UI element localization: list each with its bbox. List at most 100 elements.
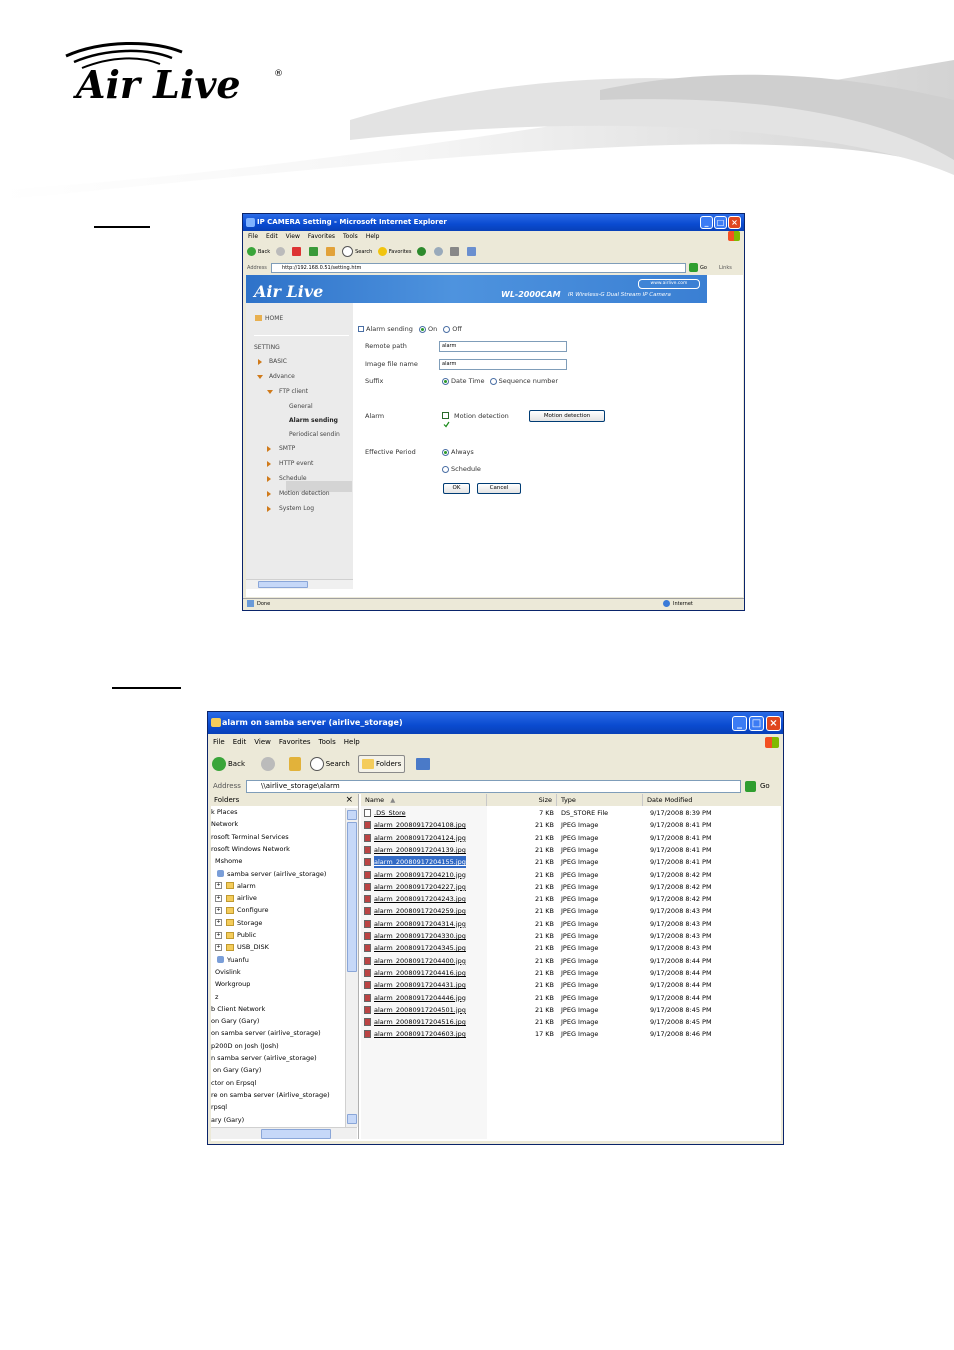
file-row[interactable]: alarm_20080917204345.jpg 21 KB JPEG Image 9… [361,942,781,954]
tree-item[interactable]: Ovislink [215,968,241,976]
go-icon[interactable] [745,781,756,792]
menu-edit[interactable]: Edit [233,738,247,746]
file-row[interactable]: alarm_20080917204446.jpg 21 KB JPEG Image 9… [361,992,781,1004]
column-name[interactable]: Name ▲ [361,794,487,806]
file-row[interactable]: alarm_20080917204259.jpg 21 KB JPEG Image 9… [361,905,781,917]
close-button[interactable]: × [766,716,781,731]
tree-item[interactable]: n samba server (airlive_storage) [211,1054,317,1062]
forward-icon[interactable] [275,247,285,256]
up-folder-icon[interactable] [289,757,302,771]
motion-detection-button[interactable]: Motion detection [529,410,605,422]
radio-off[interactable] [443,325,451,333]
file-row[interactable]: alarm_20080917204210.jpg 21 KB JPEG Image 9… [361,869,781,881]
tree-item[interactable]: rpsql [211,1103,227,1111]
radio-sequence[interactable] [489,377,497,385]
tree-item[interactable]: Mshome [215,857,242,865]
nav-http-event[interactable]: HTTP event [279,460,313,467]
radio-date-time[interactable] [442,377,449,385]
address-input[interactable]: http://192.168.0.51/setting.htm [271,263,686,273]
file-row[interactable]: alarm_20080917204314.jpg 21 KB JPEG Image 9… [361,918,781,930]
expand-icon[interactable]: + [215,894,222,902]
menu-favorites[interactable]: Favorites [308,233,335,240]
home-icon[interactable] [325,247,335,256]
nav-smtp[interactable]: SMTP [279,445,295,452]
column-size[interactable]: Size [487,794,557,806]
file-row[interactable]: alarm_20080917204516.jpg 21 KB JPEG Image 9… [361,1016,781,1028]
menu-favorites[interactable]: Favorites [279,738,311,746]
tree-item[interactable]: rosoft Windows Network [211,845,290,853]
search-button[interactable]: Search [326,760,350,768]
minimize-button[interactable]: _ [732,716,747,731]
tree-scroll-thumb[interactable] [347,822,357,972]
folders-close-button[interactable]: × [345,794,353,806]
nav-alarm-sending[interactable]: Alarm sending [289,417,338,424]
file-row[interactable]: alarm_20080917204108.jpg 21 KB JPEG Image 9… [361,819,781,831]
tree-item[interactable]: Yuanfu [217,956,249,964]
tree-item[interactable]: z [215,993,218,1001]
address-input[interactable]: \\airlive_storage\alarm [246,780,741,793]
nav-periodical[interactable]: Periodical sendin [289,431,340,438]
refresh-icon[interactable] [308,247,318,256]
tree-item[interactable]: k Places [211,808,238,816]
nav-basic[interactable]: BASIC [269,358,287,365]
go-icon[interactable] [689,263,698,272]
tree-item[interactable]: p200D on Josh (Josh) [211,1042,279,1050]
mail-icon[interactable] [433,247,443,256]
nav-ftp-client[interactable]: FTP client [279,388,308,395]
print-icon[interactable] [450,247,460,256]
close-button[interactable]: × [728,216,741,229]
minimize-button[interactable]: _ [700,216,713,229]
camera-url-link[interactable]: www.airlive.com [638,279,700,289]
back-icon[interactable] [212,757,226,771]
menu-tools[interactable]: Tools [343,233,358,240]
search-icon[interactable] [342,246,354,257]
remote-path-input[interactable]: alarm [439,341,567,352]
radio-schedule[interactable] [442,465,449,473]
folders-button[interactable]: Folders [358,755,406,773]
radio-on[interactable] [418,325,426,333]
cancel-button[interactable]: Cancel [477,483,521,494]
tree-item[interactable]: b Client Network [211,1005,265,1013]
scroll-up-button[interactable] [347,810,357,820]
menu-help[interactable]: Help [366,233,380,240]
views-icon[interactable] [415,758,430,770]
radio-always[interactable] [442,448,449,456]
checkbox-icon[interactable] [358,326,364,332]
nav-schedule[interactable]: Schedule [279,475,307,482]
tree-item[interactable]: on samba server (airlive_storage) [211,1029,321,1037]
tree-vscrollbar[interactable] [345,808,358,1127]
back-icon[interactable] [247,247,256,256]
nav-scroll-thumb[interactable] [258,581,308,588]
tree-item[interactable]: + USB_DISK [215,943,269,951]
favorites-button[interactable]: Favorites [389,249,412,255]
menu-file[interactable]: File [248,233,258,240]
forward-icon[interactable] [261,757,276,771]
favorites-icon[interactable] [377,247,387,256]
file-row[interactable]: alarm_20080917204501.jpg 21 KB JPEG Image 9… [361,1004,781,1016]
file-row[interactable]: alarm_20080917204400.jpg 21 KB JPEG Image 9… [361,955,781,967]
nav-home[interactable]: HOME [265,315,283,322]
nav-hscrollbar[interactable] [246,579,353,589]
nav-advance[interactable]: Advance [269,373,295,380]
ie-titlebar[interactable]: IP CAMERA Setting - Microsoft Internet E… [243,214,744,231]
menu-file[interactable]: File [213,738,225,746]
tree-item[interactable]: Network [211,820,238,828]
menu-help[interactable]: Help [344,738,360,746]
go-button[interactable]: Go [760,779,770,794]
file-row[interactable]: .DS_Store 7 KB DS_STORE File 9/17/2008 8:39… [361,807,781,819]
explorer-titlebar[interactable]: alarm on samba server (airlive_storage) … [208,712,783,734]
file-row[interactable]: alarm_20080917204431.jpg 21 KB JPEG Image 9… [361,979,781,991]
motion-detection-checkbox[interactable] [442,412,450,428]
menu-view[interactable]: View [286,233,300,240]
maximize-button[interactable]: □ [749,716,764,731]
menu-edit[interactable]: Edit [266,233,278,240]
file-row[interactable]: alarm_20080917204243.jpg 21 KB JPEG Image 9… [361,893,781,905]
tree-item[interactable]: rosoft Terminal Services [211,833,289,841]
history-icon[interactable] [417,247,427,256]
expand-icon[interactable]: + [215,931,222,939]
file-row[interactable]: alarm_20080917204139.jpg 21 KB JPEG Image 9… [361,844,781,856]
search-button[interactable]: Search [355,249,372,255]
nav-general[interactable]: General [289,403,313,410]
search-icon[interactable] [309,757,324,771]
file-row[interactable]: alarm_20080917204330.jpg 21 KB JPEG Image 9… [361,930,781,942]
